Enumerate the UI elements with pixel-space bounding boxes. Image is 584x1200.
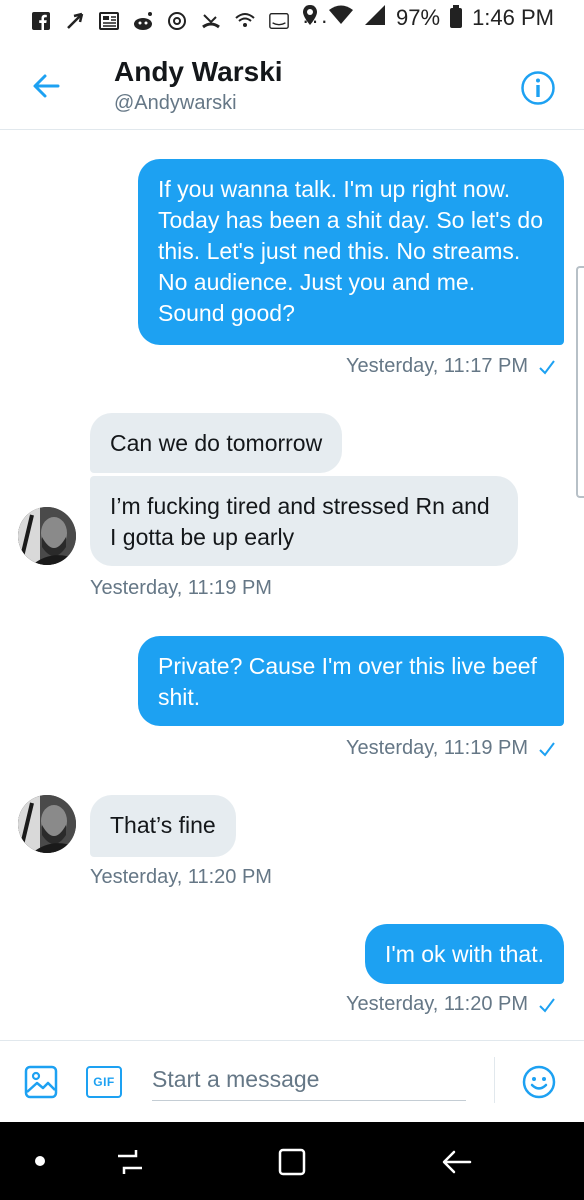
avatar[interactable] [18, 795, 76, 853]
clock: 1:46 PM [472, 5, 554, 30]
message-timestamp: Yesterday, 11:17 PM [346, 355, 556, 378]
timestamp-text: Yesterday, 11:17 PM [346, 355, 528, 377]
divider [494, 1057, 495, 1103]
message-text: Can we do tomorrow [110, 430, 323, 456]
message-bubble-sent[interactable]: If you wanna talk. I'm up right now. Tod… [138, 159, 564, 345]
message-timestamp: Yesterday, 11:19 PM [346, 737, 556, 760]
scrollbar[interactable] [576, 266, 584, 498]
recent-apps-icon[interactable] [112, 1144, 148, 1180]
battery-icon [450, 5, 463, 28]
back-icon[interactable] [438, 1144, 474, 1180]
facebook-icon [30, 11, 52, 31]
timer-icon [166, 11, 188, 31]
missed-call-icon [200, 11, 222, 31]
status-bar: ··· 97% 1:46 PM [0, 0, 584, 38]
back-arrow-icon[interactable] [28, 68, 64, 104]
reddit-icon [132, 11, 154, 31]
conversation-header: Andy Warski @Andywarski [0, 40, 584, 130]
read-check-icon [539, 359, 555, 375]
message-timestamp: Yesterday, 11:19 PM [90, 577, 272, 599]
message-text: If you wanna talk. I'm up right now. Tod… [158, 176, 543, 326]
gif-button[interactable]: GIF [86, 1066, 122, 1098]
notification-icons: ··· [30, 8, 330, 34]
message-composer: GIF [0, 1040, 584, 1122]
read-check-icon [539, 997, 555, 1013]
navigation-bar [0, 1122, 584, 1200]
message-input[interactable] [152, 1059, 466, 1101]
message-bubble-sent[interactable]: Private? Cause I'm over this live beef s… [138, 636, 564, 726]
contact-name[interactable]: Andy Warski [114, 56, 283, 88]
wifi-call-icon [234, 11, 256, 31]
contact-handle: @Andywarski [114, 92, 237, 114]
message-text: I’m fucking tired and stressed Rn and I … [110, 493, 490, 550]
emoji-icon[interactable] [522, 1065, 556, 1099]
message-text: Private? Cause I'm over this live beef s… [158, 653, 537, 710]
image-icon[interactable] [24, 1065, 58, 1099]
message-timestamp: Yesterday, 11:20 PM [346, 993, 556, 1016]
info-icon[interactable] [520, 70, 556, 106]
dot-icon[interactable] [35, 1156, 45, 1166]
timestamp-text: Yesterday, 11:19 PM [346, 737, 528, 759]
news-icon [98, 11, 120, 31]
message-bubble-received[interactable]: I’m fucking tired and stressed Rn and I … [90, 476, 518, 566]
message-bubble-received[interactable]: Can we do tomorrow [90, 413, 343, 473]
signal-icon [364, 4, 386, 32]
wifi-icon [328, 4, 354, 32]
message-bubble-sent[interactable]: I'm ok with that. [364, 924, 564, 984]
amazon-icon [268, 11, 290, 31]
message-timestamp: Yesterday, 11:20 PM [90, 866, 272, 888]
read-check-icon [539, 741, 555, 757]
location-icon [302, 4, 318, 32]
timestamp-text: Yesterday, 11:20 PM [346, 993, 528, 1015]
battery-percent: 97% [396, 5, 441, 30]
message-text: That’s fine [110, 812, 216, 838]
message-bubble-received[interactable]: That’s fine [90, 795, 236, 857]
send-arrow-icon [64, 11, 86, 31]
home-icon[interactable] [274, 1144, 310, 1180]
message-text: I'm ok with that. [384, 941, 544, 967]
avatar[interactable] [18, 507, 76, 565]
system-status: 97% 1:46 PM [302, 4, 554, 32]
